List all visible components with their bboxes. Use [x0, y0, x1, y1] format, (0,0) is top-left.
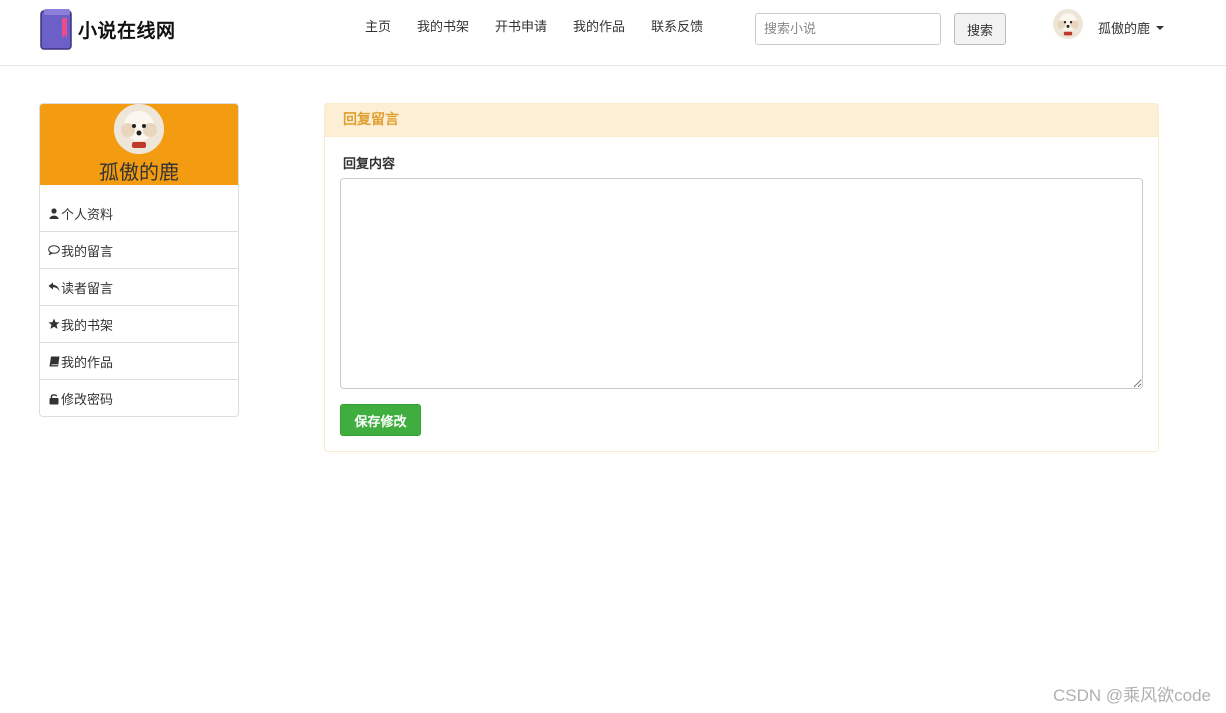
- lock-icon: [48, 393, 60, 405]
- reply-content-label: 回复内容: [343, 157, 396, 172]
- profile-name: 孤傲的鹿: [99, 160, 179, 184]
- site-logo[interactable]: 小说在线网: [40, 8, 176, 50]
- book-logo-icon: [40, 8, 72, 50]
- user-menu-toggle[interactable]: 孤傲的鹿: [1098, 18, 1165, 37]
- sidebar-item-label: 修改密码: [61, 393, 114, 408]
- sidebar-item-label: 我的留言: [61, 244, 114, 260]
- sidebar-item-my-works[interactable]: 我的作品: [40, 343, 238, 380]
- sidebar-item-reader-messages[interactable]: 读者留言: [40, 269, 238, 306]
- main-nav: 主页 我的书架 开书申请 我的作品 联系反馈: [352, 18, 716, 38]
- profile-avatar: [114, 104, 164, 154]
- user-icon: [48, 207, 60, 219]
- sidebar-item-label: 读者留言: [61, 281, 114, 297]
- sidebar-item-label: 我的作品: [61, 355, 114, 371]
- caret-down-icon: [1156, 25, 1165, 30]
- profile-card: 孤傲的鹿: [40, 104, 238, 185]
- site-name: 小说在线网: [78, 19, 176, 42]
- search-input[interactable]: [755, 13, 941, 45]
- sidebar-item-label: 我的书架: [61, 318, 114, 334]
- nav-home[interactable]: 主页: [352, 18, 404, 38]
- nav-bookshelf[interactable]: 我的书架: [404, 18, 482, 38]
- nav-open-book-application[interactable]: 开书申请: [482, 18, 560, 38]
- star-icon: [48, 318, 60, 330]
- sidebar-item-change-password[interactable]: 修改密码: [40, 380, 238, 416]
- panel-title: 回复留言: [325, 104, 1158, 137]
- sidebar-menu: 个人资料 我的留言 读者留言 我的书架 我的作品 修改密码: [40, 185, 238, 416]
- top-navbar: 小说在线网 主页 我的书架 开书申请 我的作品 联系反馈 搜索 孤傲的鹿: [0, 0, 1226, 66]
- save-button[interactable]: 保存修改: [340, 404, 421, 436]
- sidebar-item-bookshelf[interactable]: 我的书架: [40, 306, 238, 343]
- watermark: CSDN @乘风欲code: [1052, 686, 1211, 705]
- sidebar-item-label: 个人资料: [61, 207, 114, 223]
- user-name: 孤傲的鹿: [1098, 22, 1151, 37]
- user-sidebar: 孤傲的鹿 个人资料 我的留言 读者留言 我的书架 我的作品 修改密码: [39, 103, 239, 417]
- comment-icon: [48, 244, 60, 256]
- nav-my-works[interactable]: 我的作品: [560, 18, 638, 38]
- reply-panel: 回复留言 回复内容 保存修改: [324, 103, 1159, 452]
- nav-feedback[interactable]: 联系反馈: [638, 18, 716, 38]
- book-icon: [48, 355, 60, 367]
- search-button[interactable]: 搜索: [954, 13, 1006, 45]
- user-avatar[interactable]: [1053, 9, 1083, 39]
- reply-icon: [48, 281, 60, 293]
- sidebar-item-profile[interactable]: 个人资料: [40, 195, 238, 232]
- sidebar-item-my-messages[interactable]: 我的留言: [40, 232, 238, 269]
- reply-content-textarea[interactable]: [340, 178, 1143, 389]
